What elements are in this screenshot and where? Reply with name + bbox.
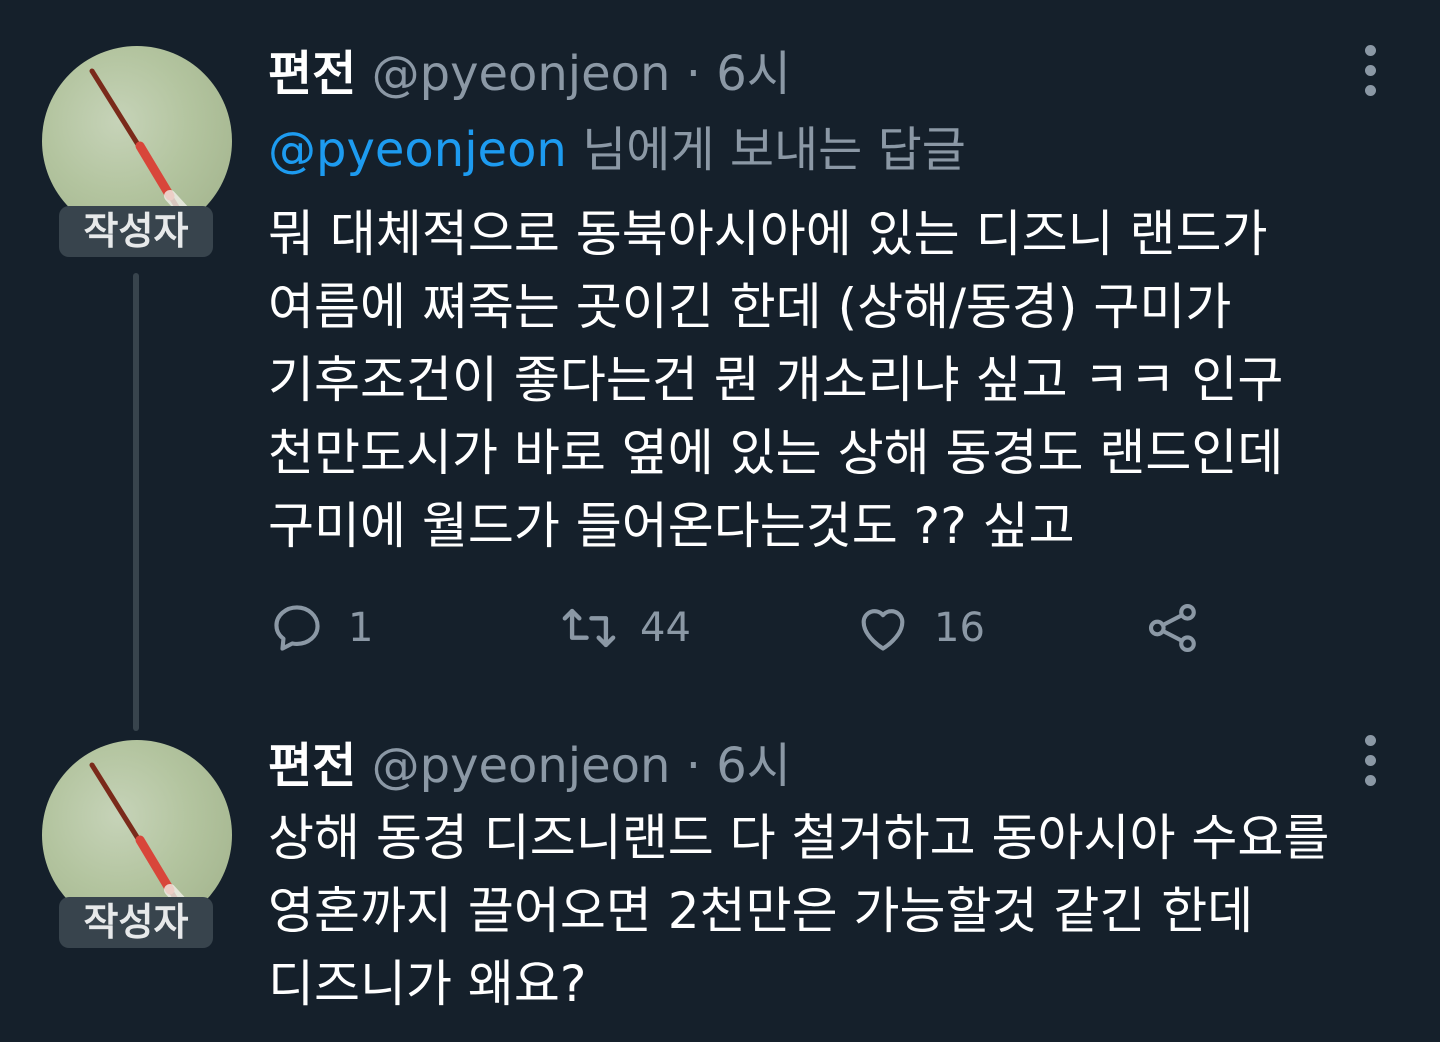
tweet-time[interactable]: 6시	[716, 46, 791, 102]
tweet-actions: 1 44 16	[268, 598, 1228, 658]
tweet-text: 뭐 대체적으로 동북아시아에 있는 디즈니 랜드가 여름에 쪄죽는 곳이긴 한데…	[268, 205, 1284, 555]
share-icon	[1148, 603, 1196, 653]
author-handle[interactable]: @pyeonjeon	[372, 738, 671, 794]
replying-to: @pyeonjeon 님에게 보내는 답글	[268, 120, 966, 180]
author-name[interactable]: 편전	[268, 46, 356, 102]
tweet-2[interactable]: 작성자 편전 @pyeonjeon · 6시 상해 동경 디즈니랜드 다 철거하…	[0, 734, 1440, 1042]
retweet-count: 44	[640, 605, 691, 651]
share-button[interactable]	[1144, 598, 1202, 658]
tweet-1[interactable]: 작성자 편전 @pyeonjeon · 6시 @pyeonjeon 님에게 보내…	[0, 0, 1440, 740]
tweet-header: 편전 @pyeonjeon · 6시	[268, 44, 791, 104]
tweet-time[interactable]: 6시	[716, 738, 791, 794]
author-badge: 작성자	[59, 897, 213, 948]
like-count: 16	[934, 605, 985, 651]
thread-connector	[133, 273, 139, 731]
retweet-button[interactable]: 44	[560, 598, 691, 658]
tweet-header: 편전 @pyeonjeon · 6시	[268, 736, 791, 796]
tweet-text: 상해 동경 디즈니랜드 다 철거하고 동아시아 수요를 영혼까지 끌어오면 2천…	[268, 809, 1330, 1013]
retweet-icon	[562, 608, 616, 648]
separator-dot: ·	[685, 46, 701, 102]
reply-button[interactable]: 1	[268, 598, 373, 658]
reply-count: 1	[348, 605, 374, 651]
speech-bubble-icon	[274, 605, 320, 651]
reply-label: 님에게 보내는 답글	[582, 122, 966, 178]
more-options-icon[interactable]	[1352, 730, 1388, 790]
author-badge: 작성자	[59, 206, 213, 257]
heart-icon	[861, 609, 905, 651]
more-options-icon[interactable]	[1352, 40, 1388, 100]
reply-mention-link[interactable]: @pyeonjeon	[268, 122, 567, 178]
separator-dot: ·	[685, 738, 701, 794]
author-name[interactable]: 편전	[268, 738, 356, 794]
like-button[interactable]: 16	[854, 598, 985, 658]
author-handle[interactable]: @pyeonjeon	[372, 46, 671, 102]
